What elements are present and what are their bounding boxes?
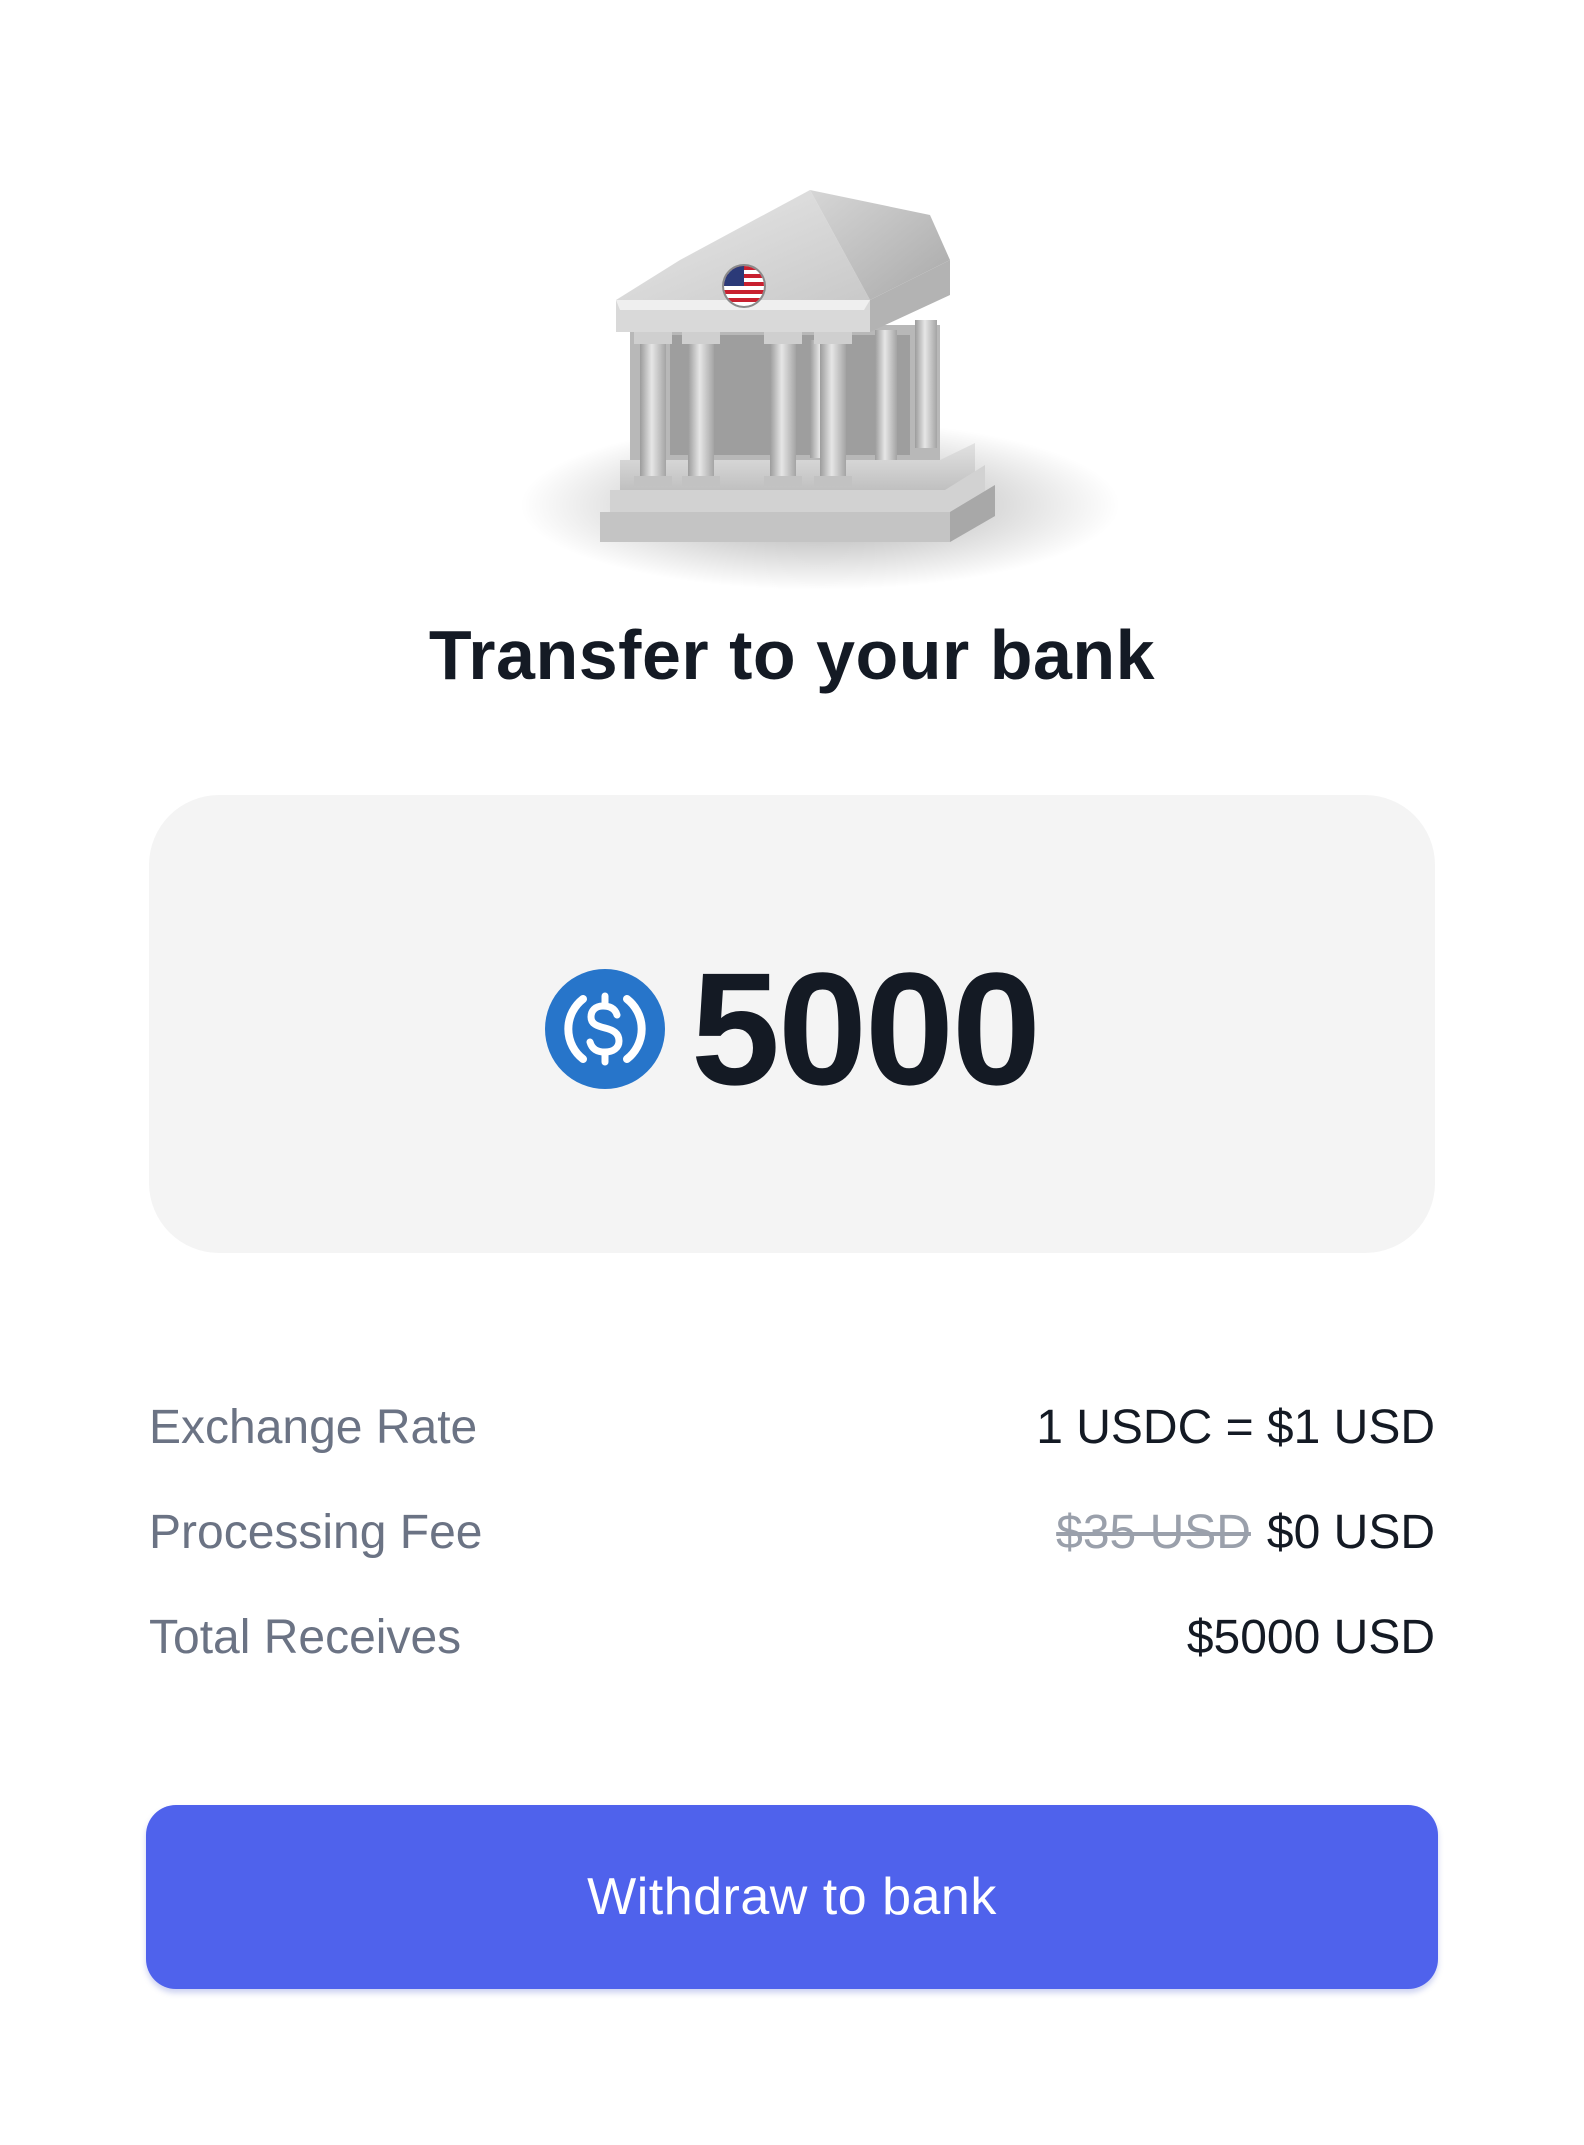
- bank-building-illustration: [520, 190, 1120, 590]
- amount-display: 5000: [545, 939, 1041, 1118]
- original-fee: $35 USD: [1056, 1506, 1251, 1559]
- transfer-details: Exchange Rate 1 USDC = $1 USD Processing…: [149, 1375, 1435, 1690]
- detail-value: $5000 USD: [1186, 1611, 1435, 1664]
- detail-value: 1 USDC = $1 USD: [1036, 1401, 1435, 1454]
- amount-card: 5000: [149, 795, 1435, 1253]
- withdraw-to-bank-button[interactable]: Withdraw to bank: [146, 1805, 1438, 1989]
- detail-row-total-receives: Total Receives $5000 USD: [149, 1585, 1435, 1690]
- page-title: Transfer to your bank: [428, 616, 1156, 694]
- detail-row-exchange-rate: Exchange Rate 1 USDC = $1 USD: [149, 1375, 1435, 1480]
- usdc-icon: [545, 969, 666, 1089]
- us-flag-icon: [722, 264, 766, 308]
- amount-value: 5000: [691, 939, 1041, 1118]
- detail-label: Exchange Rate: [149, 1401, 478, 1454]
- detail-value-group: $35 USD $0 USD: [1056, 1505, 1435, 1560]
- detail-label: Processing Fee: [149, 1506, 483, 1559]
- detail-label: Total Receives: [149, 1611, 462, 1664]
- detail-value: $0 USD: [1266, 1506, 1435, 1559]
- detail-row-processing-fee: Processing Fee $35 USD $0 USD: [149, 1480, 1435, 1585]
